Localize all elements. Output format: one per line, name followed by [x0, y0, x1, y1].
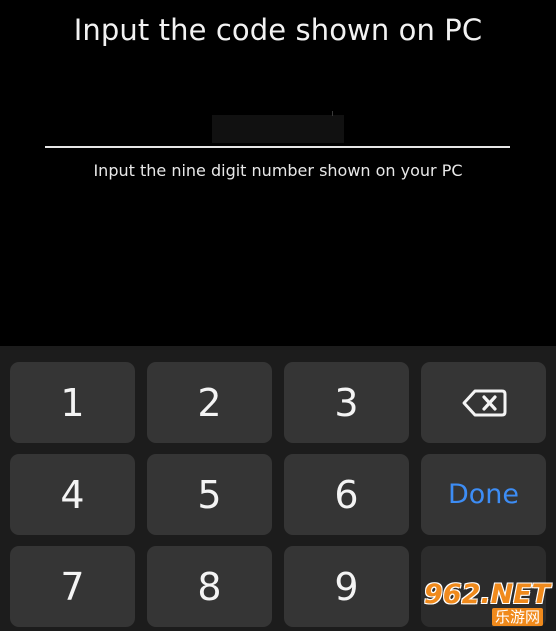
- key-8[interactable]: 8: [147, 546, 272, 627]
- text-cursor: [332, 111, 333, 116]
- key-5[interactable]: 5: [147, 454, 272, 535]
- key-7[interactable]: 7: [10, 546, 135, 627]
- backspace-key[interactable]: [421, 362, 546, 443]
- key-6[interactable]: 6: [284, 454, 409, 535]
- key-2[interactable]: 2: [147, 362, 272, 443]
- code-entry-screen: Input the code shown on PC Input the nin…: [0, 0, 556, 631]
- site-watermark-logo: 962.NET 乐游网: [414, 576, 554, 630]
- code-input-hint: Input the nine digit number shown on you…: [93, 161, 463, 180]
- page-title: Input the code shown on PC: [73, 13, 483, 47]
- code-input-underline: [45, 146, 510, 148]
- watermark-logo-text: 962.NET: [424, 579, 551, 610]
- key-4[interactable]: 4: [10, 454, 135, 535]
- key-1[interactable]: 1: [10, 362, 135, 443]
- key-9[interactable]: 9: [284, 546, 409, 627]
- code-input-value: [212, 115, 344, 143]
- backspace-icon: [462, 389, 506, 416]
- watermark-sub-text: 乐游网: [492, 608, 544, 626]
- code-input-field[interactable]: [45, 100, 510, 148]
- done-button[interactable]: Done: [421, 454, 546, 535]
- key-3[interactable]: 3: [284, 362, 409, 443]
